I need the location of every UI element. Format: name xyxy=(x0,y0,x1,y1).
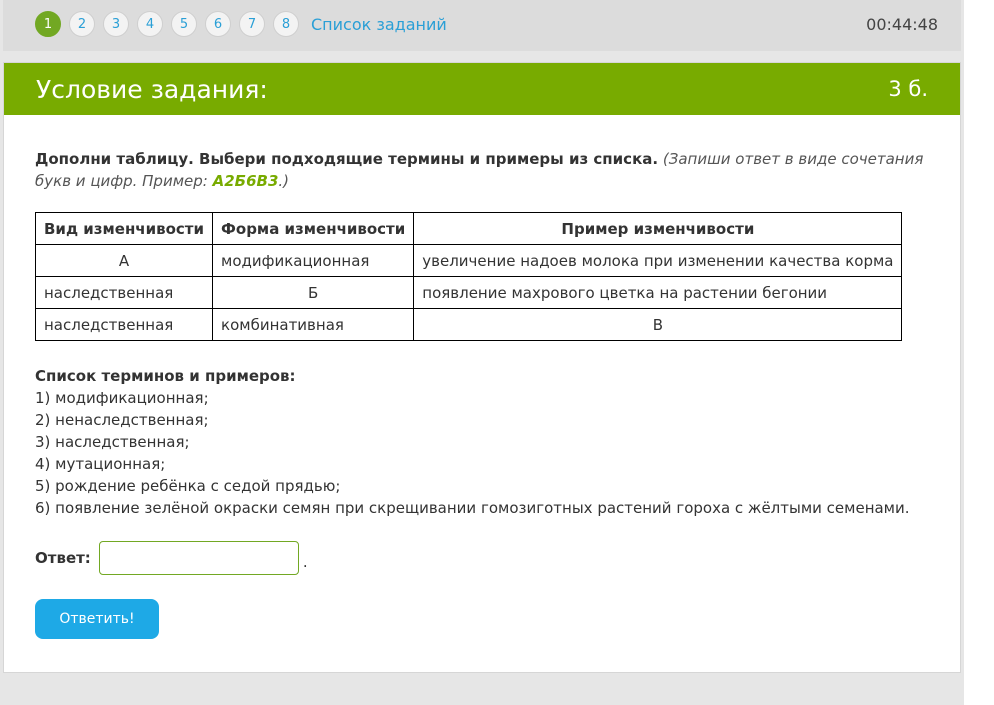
answer-input[interactable] xyxy=(98,541,299,575)
top-navigation-bar: 1 2 3 4 5 6 7 8 Список заданий 00:44:48 xyxy=(3,0,961,51)
list-item: 2) ненаследственная; xyxy=(35,411,209,429)
task-points: 3 б. xyxy=(888,77,928,101)
instruction-hint-end: .) xyxy=(278,172,290,190)
answer-label: Ответ: xyxy=(35,549,91,567)
task-list-link[interactable]: Список заданий xyxy=(311,15,447,34)
task-content: Дополни таблицу. Выбери подходящие терми… xyxy=(4,148,960,639)
variability-table: Вид изменчивости Форма изменчивости Прим… xyxy=(34,212,903,341)
table-cell: появление махрового цветка на растении б… xyxy=(413,276,903,309)
step-navigation: 1 2 3 4 5 6 7 8 Список заданий xyxy=(35,11,447,37)
task-card: Условие задания: 3 б. Дополни таблицу. В… xyxy=(3,62,961,673)
list-item: 6) появление зелёной окраски семян при с… xyxy=(35,499,910,517)
list-item: 5) рождение ребёнка с седой прядью; xyxy=(35,477,341,495)
terms-title: Список терминов и примеров: xyxy=(35,367,296,385)
list-item: 1) модификационная; xyxy=(35,389,209,407)
table-cell: наследственная xyxy=(34,276,214,309)
table-header-cell: Вид изменчивости xyxy=(34,212,214,245)
step-2[interactable]: 2 xyxy=(69,11,95,37)
step-4[interactable]: 4 xyxy=(137,11,163,37)
answer-row: Ответ: . xyxy=(35,541,929,575)
table-cell: увеличение надоев молока при изменении к… xyxy=(413,244,903,277)
step-3[interactable]: 3 xyxy=(103,11,129,37)
submit-button[interactable]: Ответить! xyxy=(35,599,159,639)
table-cell: наследственная xyxy=(34,308,214,341)
step-7[interactable]: 7 xyxy=(239,11,265,37)
table-header-cell: Пример изменчивости xyxy=(413,212,903,245)
timer: 00:44:48 xyxy=(866,15,938,34)
instruction-example: А2Б6В3 xyxy=(212,172,279,190)
table-cell: Б xyxy=(212,276,415,309)
terms-list: Список терминов и примеров: 1) модификац… xyxy=(35,365,929,519)
table-row: наследственная Б появление махрового цве… xyxy=(34,276,903,309)
list-item: 3) наследственная; xyxy=(35,433,190,451)
table-cell: модификационная xyxy=(212,244,415,277)
step-6[interactable]: 6 xyxy=(205,11,231,37)
list-item: 4) мутационная; xyxy=(35,455,166,473)
table-header-row: Вид изменчивости Форма изменчивости Прим… xyxy=(34,212,903,245)
step-5[interactable]: 5 xyxy=(171,11,197,37)
step-1[interactable]: 1 xyxy=(35,11,61,37)
task-card-header: Условие задания: 3 б. xyxy=(4,63,960,115)
table-cell: А xyxy=(34,244,214,277)
table-cell: В xyxy=(413,308,903,341)
task-title: Условие задания: xyxy=(36,74,268,104)
table-row: А модификационная увеличение надоев моло… xyxy=(34,244,903,277)
task-instruction: Дополни таблицу. Выбери подходящие терми… xyxy=(35,148,930,192)
instruction-main: Дополни таблицу. Выбери подходящие терми… xyxy=(35,150,659,168)
answer-dot: . xyxy=(302,553,308,571)
table-row: наследственная комбинативная В xyxy=(34,308,903,341)
table-cell: комбинативная xyxy=(212,308,415,341)
table-header-cell: Форма изменчивости xyxy=(212,212,415,245)
step-8[interactable]: 8 xyxy=(273,11,299,37)
